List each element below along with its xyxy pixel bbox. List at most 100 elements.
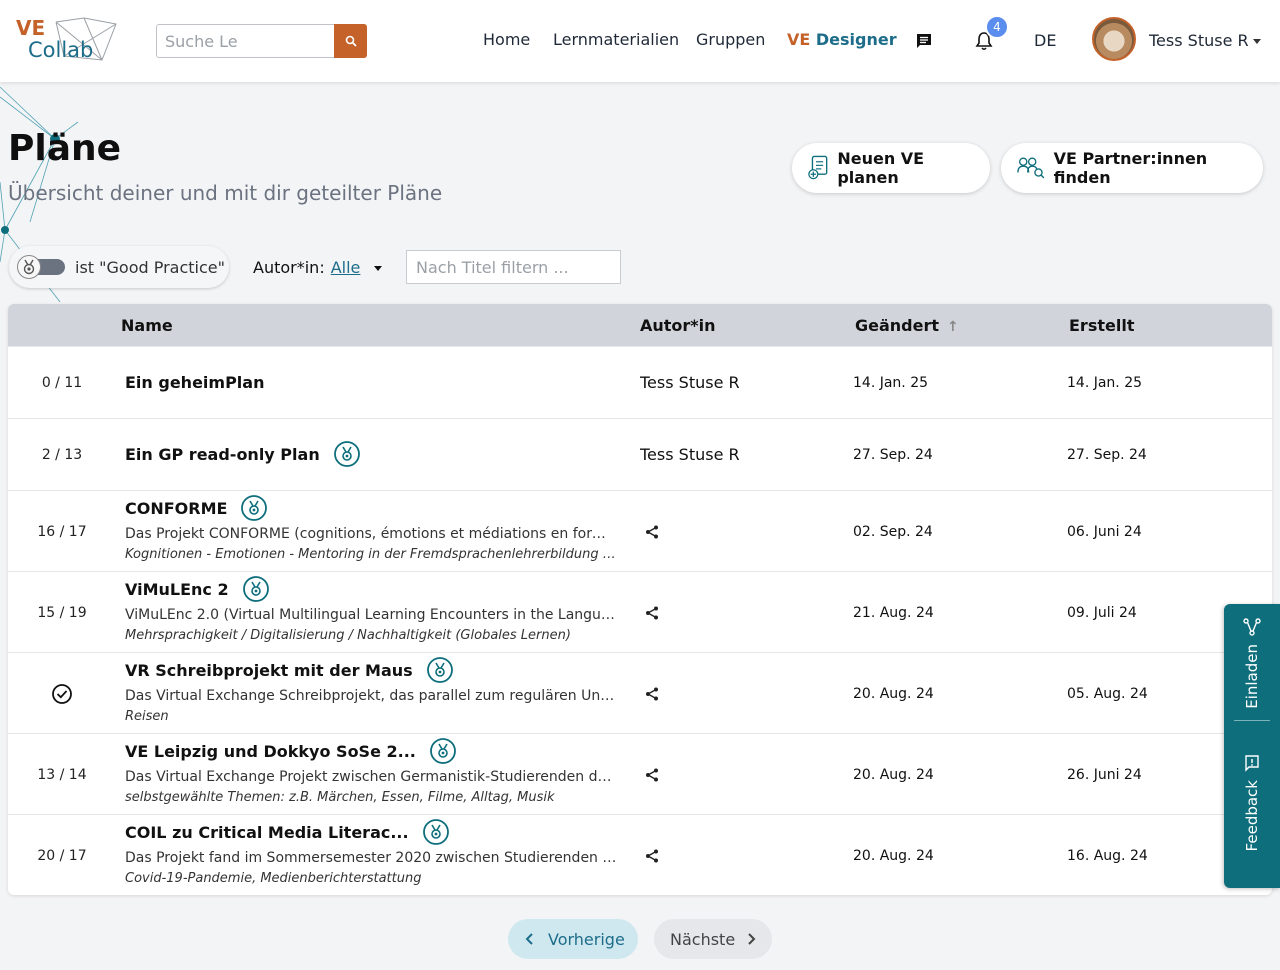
nav-ve-designer-label: Designer <box>815 30 897 49</box>
nav-ve-designer[interactable]: VE Designer <box>787 30 897 49</box>
invite-tab[interactable]: Einladen <box>1224 618 1280 709</box>
share-icon[interactable] <box>645 768 659 786</box>
author-filter[interactable]: Autor*in: Alle <box>253 258 383 277</box>
table-row[interactable]: 0 / 11 Ein geheimPlan Tess Stuse R 14. Jan.… <box>8 346 1272 418</box>
plan-progress: 20 / 17 <box>37 847 87 864</box>
previous-page-button[interactable]: Vorherige <box>508 919 638 959</box>
logo-ve-text: VE <box>16 16 46 40</box>
search-button[interactable] <box>334 24 367 58</box>
plan-created-date: 16. Aug. 24 <box>1067 847 1148 864</box>
top-navbar: VE Collab Home Lernmaterialien Gruppen V… <box>0 0 1280 82</box>
column-header-changed[interactable]: Geändert ↑ <box>855 316 959 335</box>
share-icon[interactable] <box>645 687 659 705</box>
column-header-changed-label: Geändert <box>855 316 940 335</box>
table-row[interactable]: 13 / 14 VE Leipzig und Dokkyo SoSe 2... Da… <box>8 733 1272 814</box>
plan-changed-date: 20. Aug. 24 <box>853 766 934 783</box>
plan-created-date: 14. Jan. 25 <box>1067 375 1143 391</box>
table-header: Name Autor*in Geändert ↑ Erstellt <box>8 304 1272 346</box>
good-practice-medal-icon <box>241 495 268 521</box>
next-page-button[interactable]: Nächste <box>654 919 772 959</box>
plan-changed-date: 27. Sep. 24 <box>853 447 933 463</box>
author-filter-label: Autor*in: <box>253 258 325 277</box>
nav-home[interactable]: Home <box>483 30 530 49</box>
avatar[interactable] <box>1092 17 1136 61</box>
plan-topics: Reisen <box>125 709 169 724</box>
plan-description: Das Projekt fand im Sommersemester 2020 … <box>125 850 619 866</box>
plan-name[interactable]: ViMuLEnc 2 <box>125 580 229 599</box>
side-tabs: Einladen Feedback <box>1224 604 1280 888</box>
plan-progress: 16 / 17 <box>37 523 87 540</box>
user-menu[interactable]: Tess Stuse R <box>1149 31 1261 50</box>
plan-topics: Covid-19-Pandemie, Medienberichterstattu… <box>125 871 422 886</box>
medal-icon <box>17 255 41 279</box>
plan-name[interactable]: Ein geheimPlan <box>125 373 264 392</box>
new-plan-icon <box>808 155 828 180</box>
chat-icon <box>917 34 931 48</box>
column-header-name[interactable]: Name <box>121 316 173 335</box>
vecollab-logo[interactable]: VE Collab <box>14 14 118 66</box>
column-header-author[interactable]: Autor*in <box>640 316 716 335</box>
plan-description: Das Virtual Exchange Schreibprojekt, das… <box>125 688 619 704</box>
invite-tab-label: Einladen <box>1243 644 1261 709</box>
plan-created-date: 09. Juli 24 <box>1067 604 1137 621</box>
feedback-tab[interactable]: Feedback <box>1224 754 1280 851</box>
good-practice-toggle[interactable]: ist "Good Practice" <box>9 246 229 288</box>
plan-description: Das Projekt CONFORME (cognitions, émotio… <box>125 526 619 542</box>
find-partner-button[interactable]: VE Partner:innen finden <box>1001 143 1263 193</box>
side-tabs-divider <box>1234 720 1270 721</box>
table-row[interactable]: 16 / 17 CONFORME Das Projekt CONFORME (cog… <box>8 490 1272 571</box>
chat-button[interactable] <box>912 29 936 53</box>
language-switcher[interactable]: DE <box>1034 31 1056 50</box>
plan-created-date: 05. Aug. 24 <box>1067 685 1148 702</box>
plan-progress: 0 / 11 <box>41 375 83 391</box>
table-row[interactable]: 2 / 13 Ein GP read-only Plan Tess Stuse R 2… <box>8 418 1272 490</box>
author-filter-value[interactable]: Alle <box>331 258 361 277</box>
good-practice-label: ist "Good Practice" <box>75 257 225 277</box>
share-icon[interactable] <box>645 606 659 624</box>
good-practice-medal-icon <box>242 576 269 602</box>
search-icon <box>345 35 357 47</box>
new-plan-label: Neuen VE planen <box>837 149 925 187</box>
good-practice-medal-icon <box>333 441 360 467</box>
chevron-right-icon <box>748 933 756 945</box>
find-partner-label: VE Partner:innen finden <box>1053 149 1208 187</box>
nav-ve-designer-ve: VE <box>787 30 811 49</box>
completed-check-icon <box>8 683 116 709</box>
new-plan-button[interactable]: Neuen VE planen <box>792 143 990 193</box>
plan-name[interactable]: Ein GP read-only Plan <box>125 445 320 464</box>
plan-progress: 15 / 19 <box>37 604 87 621</box>
plan-name[interactable]: VE Leipzig und Dokkyo SoSe 2... <box>125 742 416 761</box>
plan-changed-date: 20. Aug. 24 <box>853 847 934 864</box>
plan-created-date: 26. Juni 24 <box>1067 766 1142 783</box>
plan-name[interactable]: VR Schreibprojekt mit der Maus <box>125 661 413 680</box>
chevron-down-icon <box>1252 39 1261 44</box>
chevron-down-icon[interactable] <box>374 266 383 271</box>
table-row[interactable]: 15 / 19 ViMuLEnc 2 ViMuLEnc 2.0 (Virtual M… <box>8 571 1272 652</box>
chevron-left-icon <box>525 933 533 945</box>
nav-lernmaterialien[interactable]: Lernmaterialien <box>553 30 679 49</box>
good-practice-medal-icon <box>429 738 456 764</box>
plan-created-date: 06. Juni 24 <box>1067 523 1142 540</box>
good-practice-medal-icon <box>422 819 449 845</box>
plans-table: Name Autor*in Geändert ↑ Erstellt 0 / 11 E… <box>8 304 1272 895</box>
plan-changed-date: 14. Jan. 25 <box>853 375 929 391</box>
share-icon[interactable] <box>645 525 659 543</box>
plan-topics: Mehrsprachigkeit / Digitalisierung / Nac… <box>125 628 571 643</box>
plan-created-date: 27. Sep. 24 <box>1067 447 1147 463</box>
table-row[interactable]: VR Schreibprojekt mit der Maus Das Virtua… <box>8 652 1272 733</box>
logo-collab-text: Collab <box>28 38 94 62</box>
plan-name[interactable]: COIL zu Critical Media Literac... <box>125 823 409 842</box>
toggle-switch[interactable] <box>17 255 65 279</box>
title-filter-input[interactable] <box>406 250 621 284</box>
previous-page-label: Vorherige <box>548 929 625 949</box>
share-icon[interactable] <box>645 849 659 867</box>
search-input[interactable] <box>156 24 336 58</box>
find-partner-icon <box>1017 157 1045 179</box>
nav-gruppen[interactable]: Gruppen <box>696 30 765 49</box>
plan-author: Tess Stuse R <box>640 373 740 392</box>
plan-author: Tess Stuse R <box>640 445 740 464</box>
table-row[interactable]: 20 / 17 COIL zu Critical Media Literac...… <box>8 814 1272 895</box>
column-header-created[interactable]: Erstellt <box>1069 316 1134 335</box>
plan-name[interactable]: CONFORME <box>125 499 227 518</box>
plan-changed-date: 02. Sep. 24 <box>853 523 933 540</box>
